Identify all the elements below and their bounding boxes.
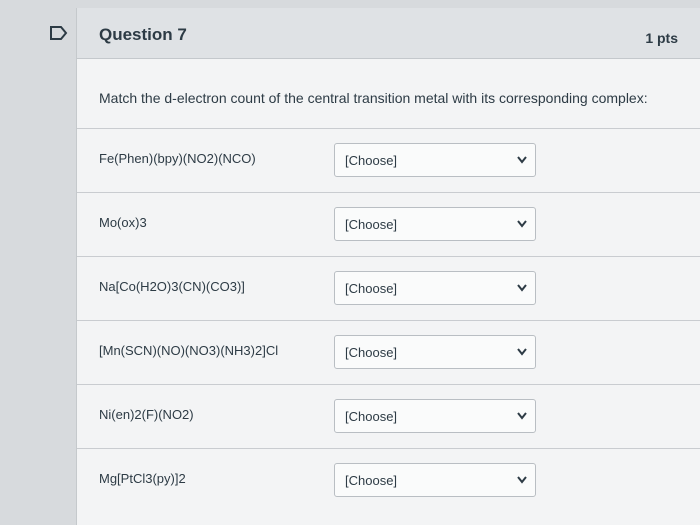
- match-row: Ni(en)2(F)(NO2) [Choose]: [77, 384, 700, 448]
- select-value: [Choose]: [345, 473, 398, 488]
- match-row: Na[Co(H2O)3(CN)(CO3)] [Choose]: [77, 256, 700, 320]
- select-value: [Choose]: [345, 345, 398, 360]
- question-card: Question 7 1 pts Match the d-electron co…: [76, 8, 700, 525]
- answer-select[interactable]: [Choose]: [334, 399, 536, 433]
- chevron-down-icon: [517, 412, 527, 420]
- match-row: Mo(ox)3 [Choose]: [77, 192, 700, 256]
- answer-select[interactable]: [Choose]: [334, 463, 536, 497]
- select-value: [Choose]: [345, 409, 398, 424]
- answer-select[interactable]: [Choose]: [334, 271, 536, 305]
- select-value: [Choose]: [345, 217, 398, 232]
- question-title: Question 7: [99, 25, 187, 44]
- chevron-down-icon: [517, 156, 527, 164]
- match-row: Fe(Phen)(bpy)(NO2)(NCO) [Choose]: [77, 128, 700, 192]
- answer-select[interactable]: [Choose]: [334, 207, 536, 241]
- match-row: [Mn(SCN)(NO)(NO3)(NH3)2]Cl [Choose]: [77, 320, 700, 384]
- chevron-down-icon: [517, 284, 527, 292]
- answer-select[interactable]: [Choose]: [334, 335, 536, 369]
- matching-rows: Fe(Phen)(bpy)(NO2)(NCO) [Choose] Mo(ox)3…: [77, 128, 700, 512]
- chevron-down-icon: [517, 476, 527, 484]
- complex-label: Ni(en)2(F)(NO2): [99, 407, 194, 422]
- complex-label: Fe(Phen)(bpy)(NO2)(NCO): [99, 151, 256, 166]
- chevron-down-icon: [517, 220, 527, 228]
- complex-label: Mo(ox)3: [99, 215, 147, 230]
- complex-label: Mg[PtCl3(py)]2: [99, 471, 186, 486]
- select-value: [Choose]: [345, 281, 398, 296]
- chevron-down-icon: [517, 348, 527, 356]
- question-prompt: Match the d-electron count of the centra…: [99, 90, 648, 106]
- answer-select[interactable]: [Choose]: [334, 143, 536, 177]
- match-row: Mg[PtCl3(py)]2 [Choose]: [77, 448, 700, 512]
- question-points: 1 pts: [645, 30, 678, 46]
- complex-label: Na[Co(H2O)3(CN)(CO3)]: [99, 279, 245, 294]
- question-header: Question 7 1 pts: [77, 8, 700, 59]
- flag-question-icon[interactable]: [50, 26, 68, 40]
- select-value: [Choose]: [345, 153, 398, 168]
- complex-label: [Mn(SCN)(NO)(NO3)(NH3)2]Cl: [99, 343, 279, 358]
